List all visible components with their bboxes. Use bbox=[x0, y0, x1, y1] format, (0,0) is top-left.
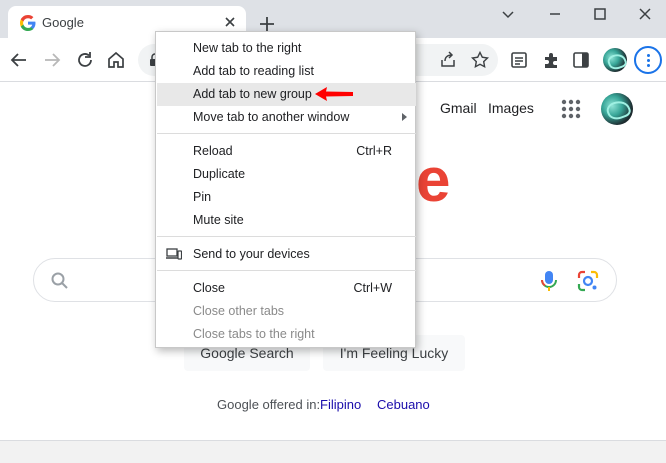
tab-context-menu: New tab to the right Add tab to reading … bbox=[155, 31, 416, 348]
google-g-icon bbox=[20, 15, 36, 31]
minimize-icon[interactable] bbox=[547, 6, 563, 22]
menu-item-pin[interactable]: Pin bbox=[157, 186, 416, 209]
gmail-link[interactable]: Gmail bbox=[440, 100, 477, 116]
menu-separator bbox=[157, 236, 416, 237]
window-close-icon[interactable] bbox=[637, 6, 653, 22]
google-lens-icon[interactable] bbox=[576, 269, 600, 293]
home-icon[interactable] bbox=[105, 49, 127, 71]
chevron-down-icon[interactable] bbox=[500, 6, 516, 22]
google-logo: e bbox=[416, 146, 451, 215]
star-icon[interactable] bbox=[470, 50, 490, 70]
close-icon[interactable] bbox=[222, 14, 238, 30]
menu-item-close-tabs-right[interactable]: Close tabs to the right bbox=[157, 323, 416, 346]
tab-title: Google bbox=[42, 15, 84, 30]
menu-item-move-tab-to-window[interactable]: Move tab to another window bbox=[157, 106, 416, 129]
share-icon[interactable] bbox=[438, 50, 458, 70]
devices-icon bbox=[166, 248, 182, 260]
shortcut-ctrl-w: Ctrl+W bbox=[353, 281, 392, 295]
search-icon bbox=[51, 272, 68, 289]
menu-item-new-tab-right[interactable]: New tab to the right bbox=[157, 37, 416, 60]
microphone-icon[interactable] bbox=[538, 269, 560, 293]
annotation-arrow-icon bbox=[315, 87, 353, 101]
menu-item-send-to-devices[interactable]: Send to your devices bbox=[157, 243, 416, 266]
extensions-icon[interactable] bbox=[540, 49, 562, 71]
apps-grid-icon[interactable] bbox=[560, 98, 582, 120]
kebab-menu-icon[interactable] bbox=[634, 46, 662, 74]
menu-item-add-tab-to-new-group[interactable]: Add tab to new group bbox=[157, 83, 416, 106]
menu-item-close-other-tabs[interactable]: Close other tabs bbox=[157, 300, 416, 323]
maximize-icon[interactable] bbox=[592, 6, 608, 22]
back-icon[interactable] bbox=[8, 49, 30, 71]
forward-icon[interactable] bbox=[41, 49, 63, 71]
menu-item-duplicate[interactable]: Duplicate bbox=[157, 163, 416, 186]
footer-bar bbox=[0, 440, 666, 463]
reload-icon[interactable] bbox=[74, 49, 96, 71]
shortcut-ctrl-r: Ctrl+R bbox=[356, 144, 392, 158]
menu-separator bbox=[157, 133, 416, 134]
menu-item-mute-site[interactable]: Mute site bbox=[157, 209, 416, 232]
menu-item-close[interactable]: Close Ctrl+W bbox=[157, 277, 416, 300]
menu-item-reload[interactable]: Reload Ctrl+R bbox=[157, 140, 416, 163]
submenu-arrow-icon bbox=[402, 113, 407, 121]
side-panel-icon[interactable] bbox=[570, 49, 592, 71]
offered-in-label: Google offered in: bbox=[217, 397, 321, 412]
tab-search-icon[interactable] bbox=[508, 49, 530, 71]
images-link[interactable]: Images bbox=[488, 100, 534, 116]
language-link-filipino[interactable]: Filipino bbox=[320, 397, 361, 412]
menu-separator bbox=[157, 270, 416, 271]
account-avatar[interactable] bbox=[601, 93, 633, 125]
language-link-cebuano[interactable]: Cebuano bbox=[377, 397, 430, 412]
menu-item-add-to-reading-list[interactable]: Add tab to reading list bbox=[157, 60, 416, 83]
profile-avatar[interactable] bbox=[603, 48, 627, 72]
